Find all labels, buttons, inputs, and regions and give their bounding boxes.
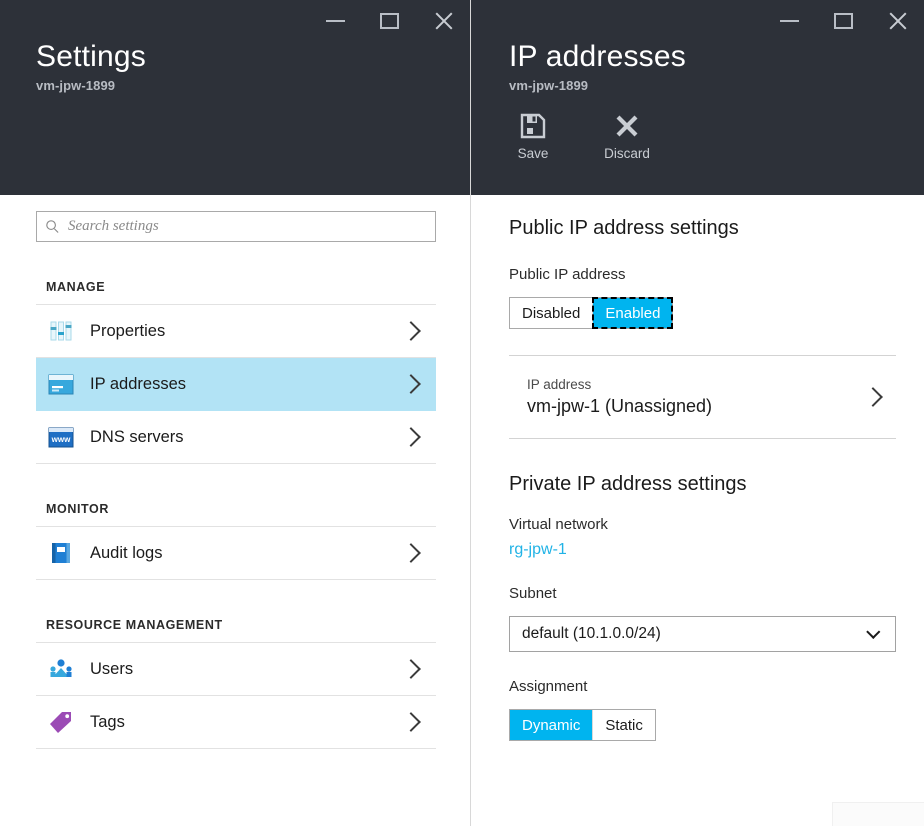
ip-address-row-label: IP address bbox=[527, 377, 592, 392]
discard-button[interactable]: Discard bbox=[603, 112, 651, 161]
maximize-button[interactable] bbox=[828, 8, 858, 34]
sidebar-item-label: Users bbox=[90, 659, 134, 678]
section-heading-manage: MANAGE bbox=[46, 280, 106, 294]
close-button[interactable] bbox=[428, 8, 458, 34]
ip-blade-body: Public IP address settings Public IP add… bbox=[471, 195, 924, 826]
ip-card-icon bbox=[46, 371, 76, 397]
users-icon bbox=[46, 656, 76, 682]
sidebar-item-tags[interactable]: Tags bbox=[36, 696, 436, 749]
nav-group-manage: Properties IP addresses www DNS servers bbox=[36, 304, 436, 464]
search-settings-wrap bbox=[36, 211, 436, 242]
sidebar-item-properties[interactable]: Properties bbox=[36, 305, 436, 358]
close-icon bbox=[888, 12, 907, 31]
chevron-right-icon bbox=[401, 712, 421, 732]
search-box[interactable] bbox=[36, 211, 436, 242]
public-ip-option-enabled[interactable]: Enabled bbox=[592, 297, 674, 329]
subnet-label: Subnet bbox=[509, 585, 557, 602]
minimize-button[interactable] bbox=[774, 8, 804, 34]
virtual-network-label: Virtual network bbox=[509, 516, 608, 533]
chevron-right-icon bbox=[401, 543, 421, 563]
ip-address-row-value: vm-jpw-1 (Unassigned) bbox=[527, 396, 713, 416]
assignment-toggle[interactable]: Dynamic Static bbox=[509, 709, 656, 741]
azure-portal-blades: Settings vm-jpw-1899 MANAGE bbox=[0, 0, 924, 826]
bottom-right-ghost-panel bbox=[832, 802, 924, 826]
www-icon: www bbox=[46, 424, 76, 450]
sidebar-item-label: Audit logs bbox=[90, 543, 163, 562]
maximize-icon bbox=[833, 13, 853, 29]
ip-address-row-text: IP address vm-jpw-1 (Unassigned) bbox=[527, 377, 866, 417]
chevron-right-icon bbox=[401, 427, 421, 447]
save-button[interactable]: Save bbox=[509, 112, 557, 161]
private-ip-settings-heading: Private IP address settings bbox=[509, 473, 747, 495]
settings-page-subtitle: vm-jpw-1899 bbox=[36, 78, 116, 93]
minimize-icon bbox=[779, 20, 799, 22]
virtual-network-link[interactable]: rg-jpw-1 bbox=[509, 541, 896, 559]
nav-group-resource-management: Users Tags bbox=[36, 642, 436, 749]
sidebar-item-label: IP addresses bbox=[90, 374, 187, 393]
public-ip-settings-heading: Public IP address settings bbox=[509, 217, 739, 239]
section-heading-monitor: MONITOR bbox=[46, 502, 109, 516]
sidebar-item-users[interactable]: Users bbox=[36, 643, 436, 696]
section-heading-resource-management: RESOURCE MANAGEMENT bbox=[46, 618, 223, 632]
sidebar-item-label: Tags bbox=[90, 712, 125, 731]
settings-blade-body: MANAGE Properties bbox=[0, 195, 470, 826]
book-icon bbox=[46, 540, 76, 566]
assignment-option-dynamic[interactable]: Dynamic bbox=[510, 710, 594, 740]
discard-label: Discard bbox=[604, 146, 650, 161]
sidebar-item-label: DNS servers bbox=[90, 427, 184, 446]
assignment-option-static[interactable]: Static bbox=[593, 710, 655, 740]
tag-icon bbox=[46, 709, 76, 735]
settings-blade: Settings vm-jpw-1899 MANAGE bbox=[0, 0, 470, 826]
public-ip-address-label: Public IP address bbox=[509, 266, 626, 283]
chevron-right-icon bbox=[401, 321, 421, 341]
sidebar-item-label: Properties bbox=[90, 321, 166, 340]
sliders-icon bbox=[46, 318, 76, 344]
search-input[interactable] bbox=[68, 218, 427, 235]
close-button[interactable] bbox=[882, 8, 912, 34]
chevron-right-icon bbox=[401, 659, 421, 679]
sidebar-item-audit-logs[interactable]: Audit logs bbox=[36, 527, 436, 580]
command-bar: Save Discard bbox=[509, 112, 651, 161]
nav-group-monitor: Audit logs bbox=[36, 526, 436, 580]
close-icon bbox=[434, 12, 453, 31]
sidebar-item-dns-servers[interactable]: www DNS servers bbox=[36, 411, 436, 464]
ip-blade-header: IP addresses vm-jpw-1899 Save Discard bbox=[471, 0, 924, 195]
save-label: Save bbox=[517, 146, 549, 161]
settings-blade-header: Settings vm-jpw-1899 bbox=[0, 0, 470, 195]
maximize-button[interactable] bbox=[374, 8, 404, 34]
ip-window-controls bbox=[774, 8, 912, 34]
svg-text:www: www bbox=[51, 435, 71, 444]
maximize-icon bbox=[379, 13, 399, 29]
ip-page-title: IP addresses bbox=[509, 40, 686, 73]
ip-page-subtitle: vm-jpw-1899 bbox=[509, 78, 589, 93]
subnet-selected-value: default (10.1.0.0/24) bbox=[522, 625, 661, 642]
ip-addresses-blade: IP addresses vm-jpw-1899 Save Discard Pu… bbox=[470, 0, 924, 826]
search-icon bbox=[46, 220, 59, 233]
settings-page-title: Settings bbox=[36, 40, 146, 73]
minimize-button[interactable] bbox=[320, 8, 350, 34]
ip-address-row[interactable]: IP address vm-jpw-1 (Unassigned) bbox=[509, 355, 896, 439]
save-icon bbox=[520, 112, 546, 140]
subnet-select[interactable]: default (10.1.0.0/24) bbox=[509, 616, 896, 652]
minimize-icon bbox=[325, 20, 345, 22]
chevron-right-icon bbox=[863, 387, 883, 407]
sidebar-item-ip-addresses[interactable]: IP addresses bbox=[36, 358, 436, 411]
assignment-label: Assignment bbox=[509, 678, 588, 695]
discard-icon bbox=[614, 112, 640, 140]
chevron-right-icon bbox=[401, 374, 421, 394]
public-ip-toggle[interactable]: Disabled Enabled bbox=[509, 297, 674, 329]
settings-window-controls bbox=[320, 8, 458, 34]
public-ip-option-disabled[interactable]: Disabled bbox=[510, 298, 594, 328]
